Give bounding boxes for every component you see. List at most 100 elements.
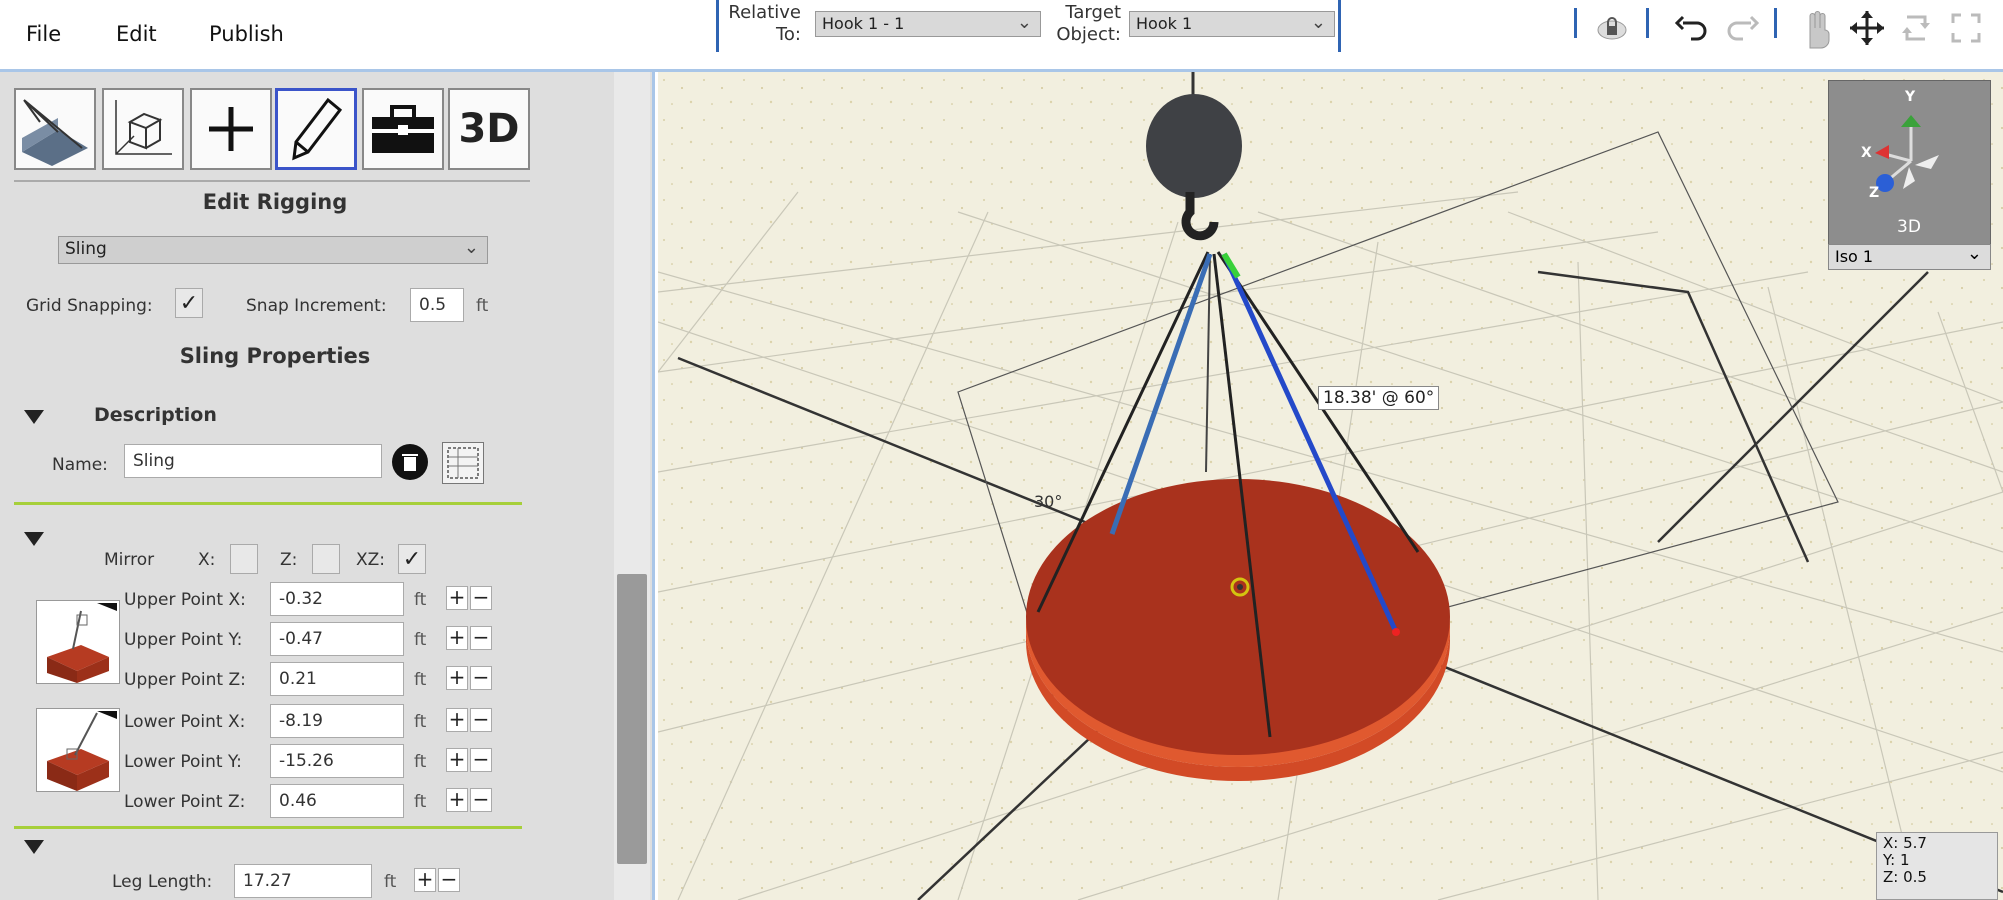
upper-point-x-label: Upper Point X: [124,590,246,610]
edit-button[interactable] [275,88,357,170]
unit-label: ft [414,712,427,732]
decrement-button[interactable]: − [470,586,492,610]
menu-publish[interactable]: Publish [209,22,284,46]
menu-file[interactable]: File [26,22,61,46]
collapse-triangle-icon[interactable] [24,410,44,424]
section-divider [14,502,522,505]
mirror-z-label: Z: [280,550,298,570]
toolbar-separator [1646,8,1649,38]
name-label: Name: [52,455,108,475]
target-object-select[interactable]: Hook 1 ⌄ [1129,11,1335,37]
view-select[interactable]: Iso 1 ⌄ [1828,243,1991,270]
relative-to-group: Relative To: Hook 1 - 1 ⌄ Target Object:… [716,0,1341,52]
mirror-z-checkbox[interactable] [312,544,340,574]
hand-icon[interactable] [1797,10,1837,50]
unit-label: ft [476,296,489,316]
expand-icon[interactable] [1946,8,1986,48]
crane-tool-button[interactable] [14,88,96,170]
grid-snapping-checkbox[interactable]: ✓ [175,288,203,318]
increment-button[interactable]: + [446,788,468,812]
redo-icon[interactable] [1722,8,1762,48]
view-3d-button[interactable]: 3D [448,88,530,170]
leg-length-input[interactable]: 17.27 [234,864,372,898]
menu-edit[interactable]: Edit [116,22,157,46]
undo-icon[interactable] [1672,8,1712,48]
increment-button[interactable]: + [446,748,468,772]
plus-icon [209,107,253,151]
chevron-down-icon: ⌄ [1016,12,1032,33]
relative-to-value: Hook 1 - 1 [822,14,905,33]
decrement-button[interactable]: − [470,626,492,650]
increment-button[interactable]: + [446,666,468,690]
mirror-xz-label: XZ: [356,550,386,570]
section-divider [14,826,522,829]
unit-label: ft [414,792,427,812]
lower-point-z-input[interactable]: 0.46 [270,784,404,818]
relative-to-select[interactable]: Hook 1 - 1 ⌄ [815,11,1041,37]
decrement-button[interactable]: − [470,666,492,690]
delete-button[interactable] [392,444,428,480]
collapse-triangle-icon[interactable] [24,840,44,854]
name-input[interactable]: Sling [124,444,382,478]
upper-point-z-input[interactable]: 0.21 [270,662,404,696]
unit-label: ft [414,630,427,650]
relative-to-label: Relative To: [728,2,801,45]
mirror-xz-checkbox[interactable]: ✓ [398,544,426,574]
toolbox-icon [372,105,434,153]
lower-point-x-input[interactable]: -8.19 [270,704,404,738]
decrement-button[interactable]: − [438,868,460,892]
decrement-button[interactable]: − [470,788,492,812]
coord-y: Y: 1 [1883,851,1910,869]
upper-point-thumbnail [36,600,120,684]
increment-button[interactable]: + [446,586,468,610]
lower-point-x-label: Lower Point X: [124,712,246,732]
menu-bar: File Edit Publish Relative To: Hook 1 - … [0,0,2003,72]
lower-point-y-input[interactable]: -15.26 [270,744,404,778]
target-object-value: Hook 1 [1136,14,1193,33]
gizmo-y-label: Y [1905,89,1916,105]
add-button[interactable] [190,88,272,170]
upper-point-x-input[interactable]: -0.32 [270,582,404,616]
lock-icon[interactable] [1592,8,1632,48]
rigging-type-value: Sling [65,239,107,259]
pencil-icon [292,97,343,161]
panel-title: Edit Rigging [202,190,348,214]
increment-button[interactable]: + [446,626,468,650]
navigation-cube[interactable]: Y X Z 3D [1828,80,1991,270]
upper-point-y-label: Upper Point Y: [124,630,243,650]
load-disc [1026,479,1450,781]
unit-label: ft [414,670,427,690]
move-icon[interactable] [1847,8,1887,48]
lower-point-thumbnail [36,708,120,792]
rotate-icon[interactable] [1896,8,1936,48]
trash-icon [402,454,418,471]
rigging-tool-button[interactable] [102,88,184,170]
toolbox-button[interactable] [362,88,444,170]
grid-snapping-label: Grid Snapping: [26,296,153,316]
divider [14,180,530,182]
decrement-button[interactable]: − [470,748,492,772]
unit-label: ft [414,752,427,772]
decrement-button[interactable]: − [470,708,492,732]
coord-x: X: 5.7 [1883,834,1927,852]
mirror-label: Mirror [104,550,155,570]
increment-button[interactable]: + [446,708,468,732]
collapse-triangle-icon[interactable] [24,532,44,546]
3d-viewport[interactable]: 18.38' @ 60° 30° [658,72,2003,900]
section-title: Sling Properties [179,344,371,368]
copy-button[interactable] [442,442,484,484]
description-label: Description [94,404,217,426]
mirror-x-checkbox[interactable] [230,544,258,574]
rigging-type-select[interactable]: Sling ⌄ [58,236,488,264]
toolbar-separator [1774,8,1777,38]
upper-point-y-input[interactable]: -0.47 [270,622,404,656]
increment-button[interactable]: + [414,868,436,892]
lower-point-z-label: Lower Point Z: [124,792,246,812]
scrollbar-thumb[interactable] [617,574,647,864]
leg-length-label: Leg Length: [112,872,213,892]
snap-increment-input[interactable]: 0.5 [410,288,464,322]
gizmo-x-label: X [1861,145,1872,161]
chevron-down-icon: ⌄ [1966,243,1982,264]
upper-point-z-label: Upper Point Z: [124,670,246,690]
view-select-value: Iso 1 [1835,247,1874,266]
